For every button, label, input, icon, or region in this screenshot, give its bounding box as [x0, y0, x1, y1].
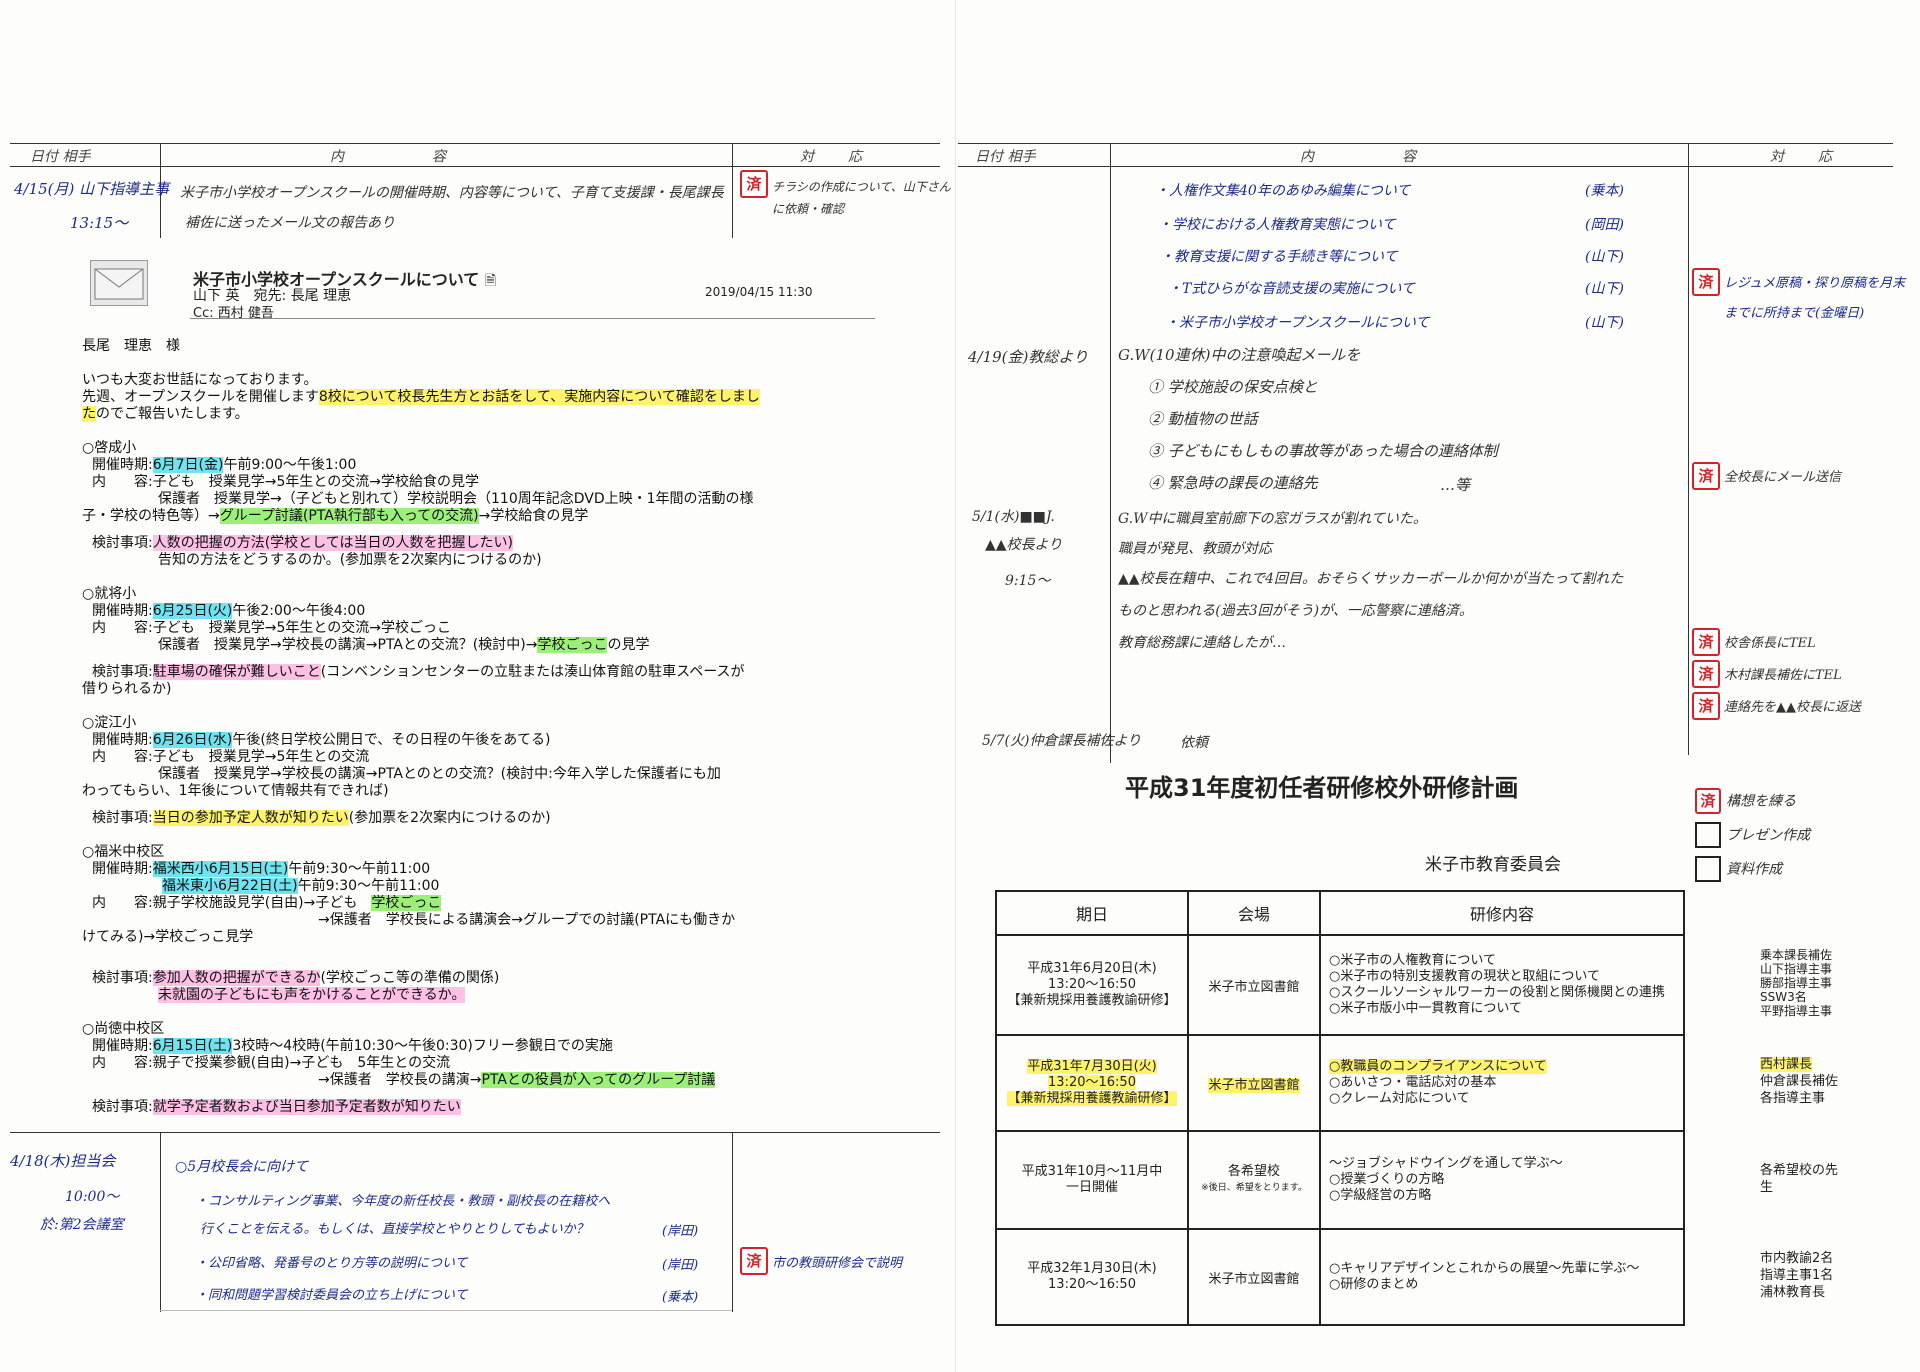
entry2-item2-who: (岸田)	[662, 1224, 699, 1239]
checkbox-empty-icon	[1695, 822, 1721, 848]
col-header-content: 研修内容	[1319, 890, 1685, 936]
entry1-resp1: チラシの作成について、山下さん	[772, 180, 951, 194]
done-stamp: 済	[1692, 462, 1720, 490]
window-date2: ▲▲校長より	[985, 537, 1063, 553]
entry2-item3: ・公印省略、発番号のとり方等の説明について	[195, 1256, 468, 1271]
entry2-item4: ・同和問題学習検討委員会の立ち上げについて	[195, 1288, 468, 1303]
done-stamp: 済	[1692, 692, 1720, 720]
topics-resp1: レジュメ原稿・探り原稿を月末	[1724, 276, 1906, 291]
plan-title: 平成31年度初任者研修校外研修計画	[1125, 774, 1519, 802]
col-header-date: 期日	[995, 890, 1189, 936]
left-header-content: 内 容	[330, 149, 466, 165]
topic-who: (岡田)	[1585, 217, 1624, 233]
gw-line5b: …等	[1440, 476, 1471, 494]
right-header-content: 内 容	[1300, 149, 1436, 165]
done-stamp: 済	[740, 170, 768, 198]
topic-item: ・T式ひらがな音読支援の実施について	[1168, 281, 1415, 297]
col-header-venue: 会場	[1187, 890, 1321, 936]
staff-list: 市内教諭2名 指導主事1名 浦林教育長	[1760, 1251, 1834, 1300]
window-line3: ▲▲校長在籍中、これで4回目。おそらくサッカーボールか何かが当たって割れた	[1118, 571, 1624, 587]
done-stamp: 済	[1692, 628, 1720, 656]
checklist: 済 構想を練る プレゼン作成 資料作成	[1695, 788, 1810, 890]
right-header-date: 日付 相手	[975, 149, 1036, 165]
table-row: 平成31年7月30日(火) 13:20～16:50 【兼新規採用養護教諭研修】 米子…	[995, 1034, 1685, 1132]
table-row: 平成32年1月30日(木) 13:20～16:50 米子市立図書館 ○キャリアデザ…	[995, 1228, 1685, 1326]
document-icon: 🗎	[484, 273, 497, 289]
entry2-title: ○5月校長会に向けて	[175, 1159, 309, 1175]
right-header-response: 対 応	[1770, 149, 1842, 165]
gw-resp: 全校長にメール送信	[1724, 470, 1842, 485]
school-fukuyone: ○福米中校区 開催時期:福米西小6月15日(土)午前9:30～午前11:00 福…	[82, 844, 736, 1003]
gw-line5: ④ 緊急時の課長の連絡先	[1148, 474, 1318, 492]
topic-who: (乗本)	[1585, 183, 1624, 199]
done-stamp: 済	[1692, 660, 1720, 688]
email-body: 長尾 理恵 様 いつも大変お世話になっております。 先週、オープンスクールを開催…	[82, 338, 882, 1116]
email-greeting: 長尾 理恵 様	[82, 338, 180, 354]
gw-line2: ① 学校施設の保安点検と	[1148, 378, 1318, 396]
entry2-resp: 市の教頭研修会で説明	[772, 1256, 903, 1271]
done-stamp: 済	[740, 1247, 768, 1275]
plan-org: 米子市教育委員会	[1425, 855, 1561, 875]
entry2-item3-who: (岸田)	[662, 1258, 699, 1273]
gw-line3: ② 動植物の世話	[1148, 410, 1258, 428]
staff-list: 西村課長 仲倉課長補佐 各指導主事	[1760, 1057, 1839, 1106]
topic-who: (山下)	[1585, 281, 1624, 297]
entry2-date: 4/18(木)担当会	[10, 1152, 116, 1170]
left-header-date: 日付 相手	[30, 149, 91, 165]
topics-resp2: までに所持まで(金曜日)	[1724, 306, 1865, 321]
school-yodoe: ○淀江小 開催時期:6月26日(水)午後(終日学校公開日で、その日程の午後をあて…	[82, 715, 721, 826]
entry57-text: 依頼	[1180, 735, 1208, 751]
entry2-time: 10:00～	[65, 1189, 120, 1205]
entry2-place: 於:第2会議室	[40, 1217, 124, 1233]
checklist-item: 資料作成	[1695, 856, 1810, 890]
entry1-line2: 補佐に送ったメール文の報告あり	[185, 215, 395, 231]
checklist-item: プレゼン作成	[1695, 822, 1810, 856]
entry2-item1: ・コンサルティング事業、今年度の新任校長・教頭・副校長の在籍校へ	[195, 1194, 611, 1209]
training-plan-table: 期日 会場 研修内容 平成31年6月20日(木) 13:20～16:50 【兼新規採…	[995, 890, 1685, 1326]
school-shusho: ○就将小 開催時期:6月25日(火)午後2:00～午後4:00 内 容:子ども …	[82, 586, 745, 697]
email-datetime: 2019/04/15 11:30	[705, 285, 813, 299]
window-resp1: 校舎係長にTEL	[1724, 636, 1816, 651]
check-done-stamp: 済	[1695, 788, 1721, 814]
entry57-date: 5/7(火)仲倉課長補佐より	[982, 733, 1142, 749]
entry1-resp2: に依頼・確認	[772, 202, 845, 216]
entry1-time: 13:15～	[70, 214, 129, 232]
topic-item: ・人権作文集40年のあゆみ編集について	[1155, 183, 1411, 199]
gw-line1: G.W(10連休)中の注意喚起メールを	[1118, 346, 1361, 364]
topic-item: ・教育支援に関する手続き等について	[1160, 249, 1398, 265]
gw-line4: ③ 子どもにもしもの事故等があった場合の連絡体制	[1148, 442, 1498, 460]
topic-who: (山下)	[1585, 249, 1624, 265]
window-date1: 5/1(水)■■J.	[972, 509, 1055, 525]
entry2-item4-who: (乗本)	[662, 1290, 699, 1305]
checklist-item: 済 構想を練る	[1695, 788, 1810, 822]
window-line4: ものと思われる(過去3回がそう)が、一応警察に連絡済。	[1118, 603, 1473, 619]
window-resp2: 木村課長補佐にTEL	[1724, 668, 1842, 683]
table-row: 平成31年6月20日(木) 13:20～16:50 【兼新規採用養護教諭研修】 米子…	[995, 934, 1685, 1036]
topic-item: ・学校における人権教育実態について	[1158, 217, 1396, 233]
gw-date: 4/19(金)教総より	[968, 348, 1089, 366]
table-row: 平成31年10月～11月中 一日開催 各希望校 ※後日、希望をとります。 ～ジョブシ…	[995, 1130, 1685, 1230]
topic-who: (山下)	[1585, 315, 1624, 331]
checkbox-empty-icon	[1695, 856, 1721, 882]
entry2-item2: 行くことを伝える。もしくは、直接学校とやりとりしてもよいか？	[200, 1222, 589, 1237]
entry1-date: 4/15(月) 山下指導主事	[14, 180, 170, 198]
done-stamp: 済	[1692, 268, 1720, 296]
window-line1: G.W中に職員室前廊下の窓ガラスが割れていた。	[1118, 511, 1427, 527]
staff-list: 乗本課長補佐 山下指導主事 勝部指導主事 SSW3名 平野指導主事	[1760, 948, 1833, 1018]
entry1-line1: 米子市小学校オープンスクールの開催時期、内容等について、子育て支援課・長尾課長	[180, 185, 724, 201]
window-line5: 教育総務課に連絡したが…	[1118, 635, 1286, 651]
school-keisei: ○啓成小 開催時期:6月7日(金)午前9:00～午後1:00 内 容:子ども 授…	[82, 440, 754, 568]
topic-item: ・米子市小学校オープンスクールについて	[1165, 315, 1430, 331]
school-shotoku: ○尚徳中校区 開催時期:6月15日(土)3校時～4校時(午前10:30～午後0:…	[82, 1021, 716, 1115]
window-resp3: 連絡先を▲▲校長に返送	[1724, 700, 1861, 715]
window-time: 9:15～	[1005, 573, 1051, 589]
window-line2: 職員が発見、教頭が対応	[1118, 541, 1272, 557]
left-header-response: 対 応	[800, 149, 872, 165]
staff-list: 各希望校の先生	[1760, 1163, 1839, 1195]
email-envelope-icon	[90, 260, 148, 306]
